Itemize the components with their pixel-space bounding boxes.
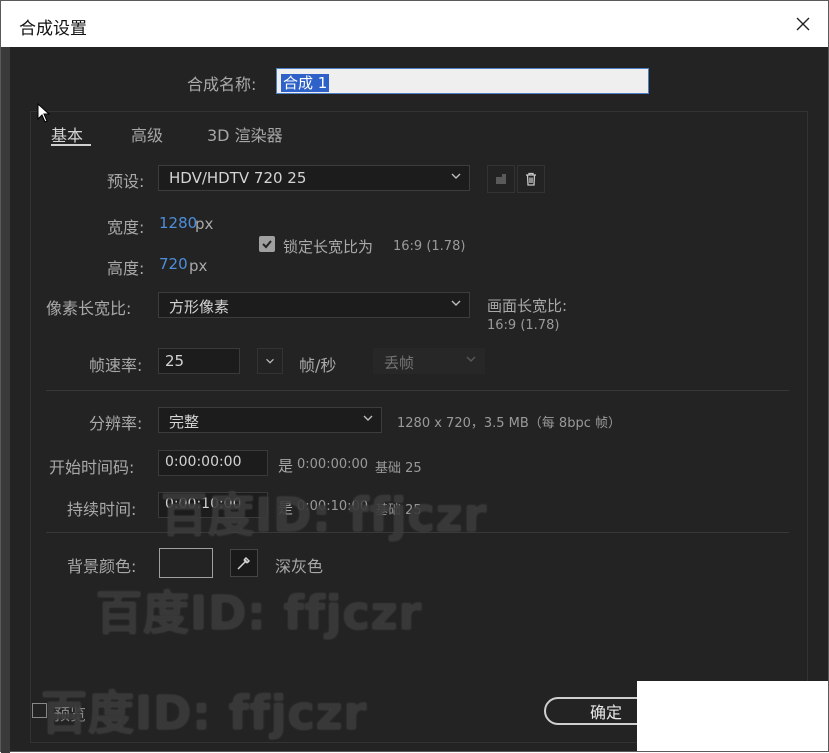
composition-name-value: 合成 1 (281, 74, 330, 92)
resolution-label: 分辨率: (89, 414, 143, 433)
eyedropper-icon (237, 556, 251, 570)
background-color-swatch[interactable] (159, 548, 213, 578)
start-timecode-note-prefix: 是 (278, 457, 294, 475)
resolution-info: 1280 x 720，3.5 MB（每 8bpc 帧） (397, 416, 621, 431)
title-bar: 合成设置 (1, 1, 828, 47)
tab-advanced[interactable]: 高级 (131, 122, 163, 146)
background-color-name: 深灰色 (275, 557, 324, 576)
checkmark-icon (262, 240, 272, 249)
preset-dropdown[interactable]: HDV/HDTV 720 25 (158, 165, 470, 191)
composition-name-input[interactable]: 合成 1 (276, 68, 649, 94)
start-timecode-input[interactable]: 0:00:00:00 (158, 450, 268, 476)
height-value[interactable]: 720 (159, 255, 188, 273)
pixel-aspect-dropdown[interactable]: 方形像素 (158, 292, 470, 318)
section-divider (46, 390, 789, 391)
height-unit: px (189, 257, 208, 275)
watermark: 百度ID: ffjczr (41, 686, 368, 740)
ok-button-label: 确定 (589, 703, 622, 722)
settings-panel: 基本 高级 3D 渲染器 预设: HDV/HDTV 720 25 宽度: 128… (30, 111, 808, 743)
duration-label: 持续时间: (67, 500, 137, 519)
height-label: 高度: (107, 259, 145, 278)
chevron-down-icon (363, 415, 373, 421)
frame-rate-label: 帧速率: (89, 356, 143, 375)
frame-rate-input[interactable]: 25 (158, 348, 240, 374)
composition-settings-dialog: 合成设置 合成名称: 合成 1 基本 高级 3D 渲染器 预设: HDV/HDT… (0, 0, 829, 753)
resolution-value: 完整 (169, 413, 200, 431)
preset-value: HDV/HDTV 720 25 (169, 169, 307, 187)
redaction-block (637, 681, 828, 751)
active-tab-indicator (51, 144, 91, 146)
drop-frame-value: 丢帧 (384, 354, 415, 372)
close-icon (796, 17, 810, 31)
chevron-down-icon (466, 356, 476, 362)
watermark: 百度ID: ffjczr (161, 488, 488, 542)
start-timecode-note-suffix: 基础 25 (375, 461, 422, 476)
watermark: 百度ID: ffjczr (96, 586, 423, 640)
start-timecode-note-value: 0:00:00:00 (297, 457, 369, 472)
delete-preset-button[interactable] (517, 165, 545, 193)
resolution-dropdown[interactable]: 完整 (158, 407, 382, 433)
pixel-aspect-label: 像素长宽比: (46, 299, 132, 318)
background-color-label: 背景颜色: (67, 557, 137, 576)
start-timecode-label: 开始时间码: (49, 458, 135, 477)
tab-3d-renderer[interactable]: 3D 渲染器 (207, 122, 283, 146)
composition-name-label: 合成名称: (187, 75, 257, 94)
window-edge (1, 47, 10, 753)
lock-aspect-label: 锁定长宽比为 (283, 238, 374, 256)
tab-basic[interactable]: 基本 (51, 122, 83, 146)
dialog-content: 合成名称: 合成 1 基本 高级 3D 渲染器 预设: HDV/HDTV 720… (10, 47, 828, 751)
chevron-down-icon (451, 173, 461, 179)
mouse-cursor-icon (37, 103, 51, 123)
frame-rate-dropdown-button[interactable] (257, 348, 283, 374)
pixel-aspect-value: 方形像素 (169, 298, 230, 316)
lock-aspect-checkbox[interactable] (259, 236, 275, 252)
save-preset-icon (496, 174, 506, 184)
drop-frame-dropdown[interactable]: 丢帧 (373, 348, 485, 374)
chevron-down-icon (266, 358, 274, 364)
frame-aspect-label: 画面长宽比: (487, 297, 568, 315)
chevron-down-icon (451, 300, 461, 306)
save-preset-button[interactable] (487, 165, 515, 193)
close-button[interactable] (788, 9, 818, 39)
composition-name-row: 合成名称: 合成 1 (10, 47, 828, 111)
width-unit: px (195, 215, 214, 233)
preset-label: 预设: (107, 172, 145, 191)
frame-aspect-value: 16:9 (1.78) (487, 318, 560, 333)
width-value[interactable]: 1280 (159, 214, 197, 232)
dialog-title: 合成设置 (19, 19, 87, 39)
trash-icon (526, 172, 536, 186)
width-label: 宽度: (107, 218, 145, 237)
frame-rate-unit: 帧/秒 (299, 356, 337, 375)
eyedropper-button[interactable] (230, 549, 258, 577)
lock-aspect-value: 16:9 (1.78) (393, 239, 466, 254)
